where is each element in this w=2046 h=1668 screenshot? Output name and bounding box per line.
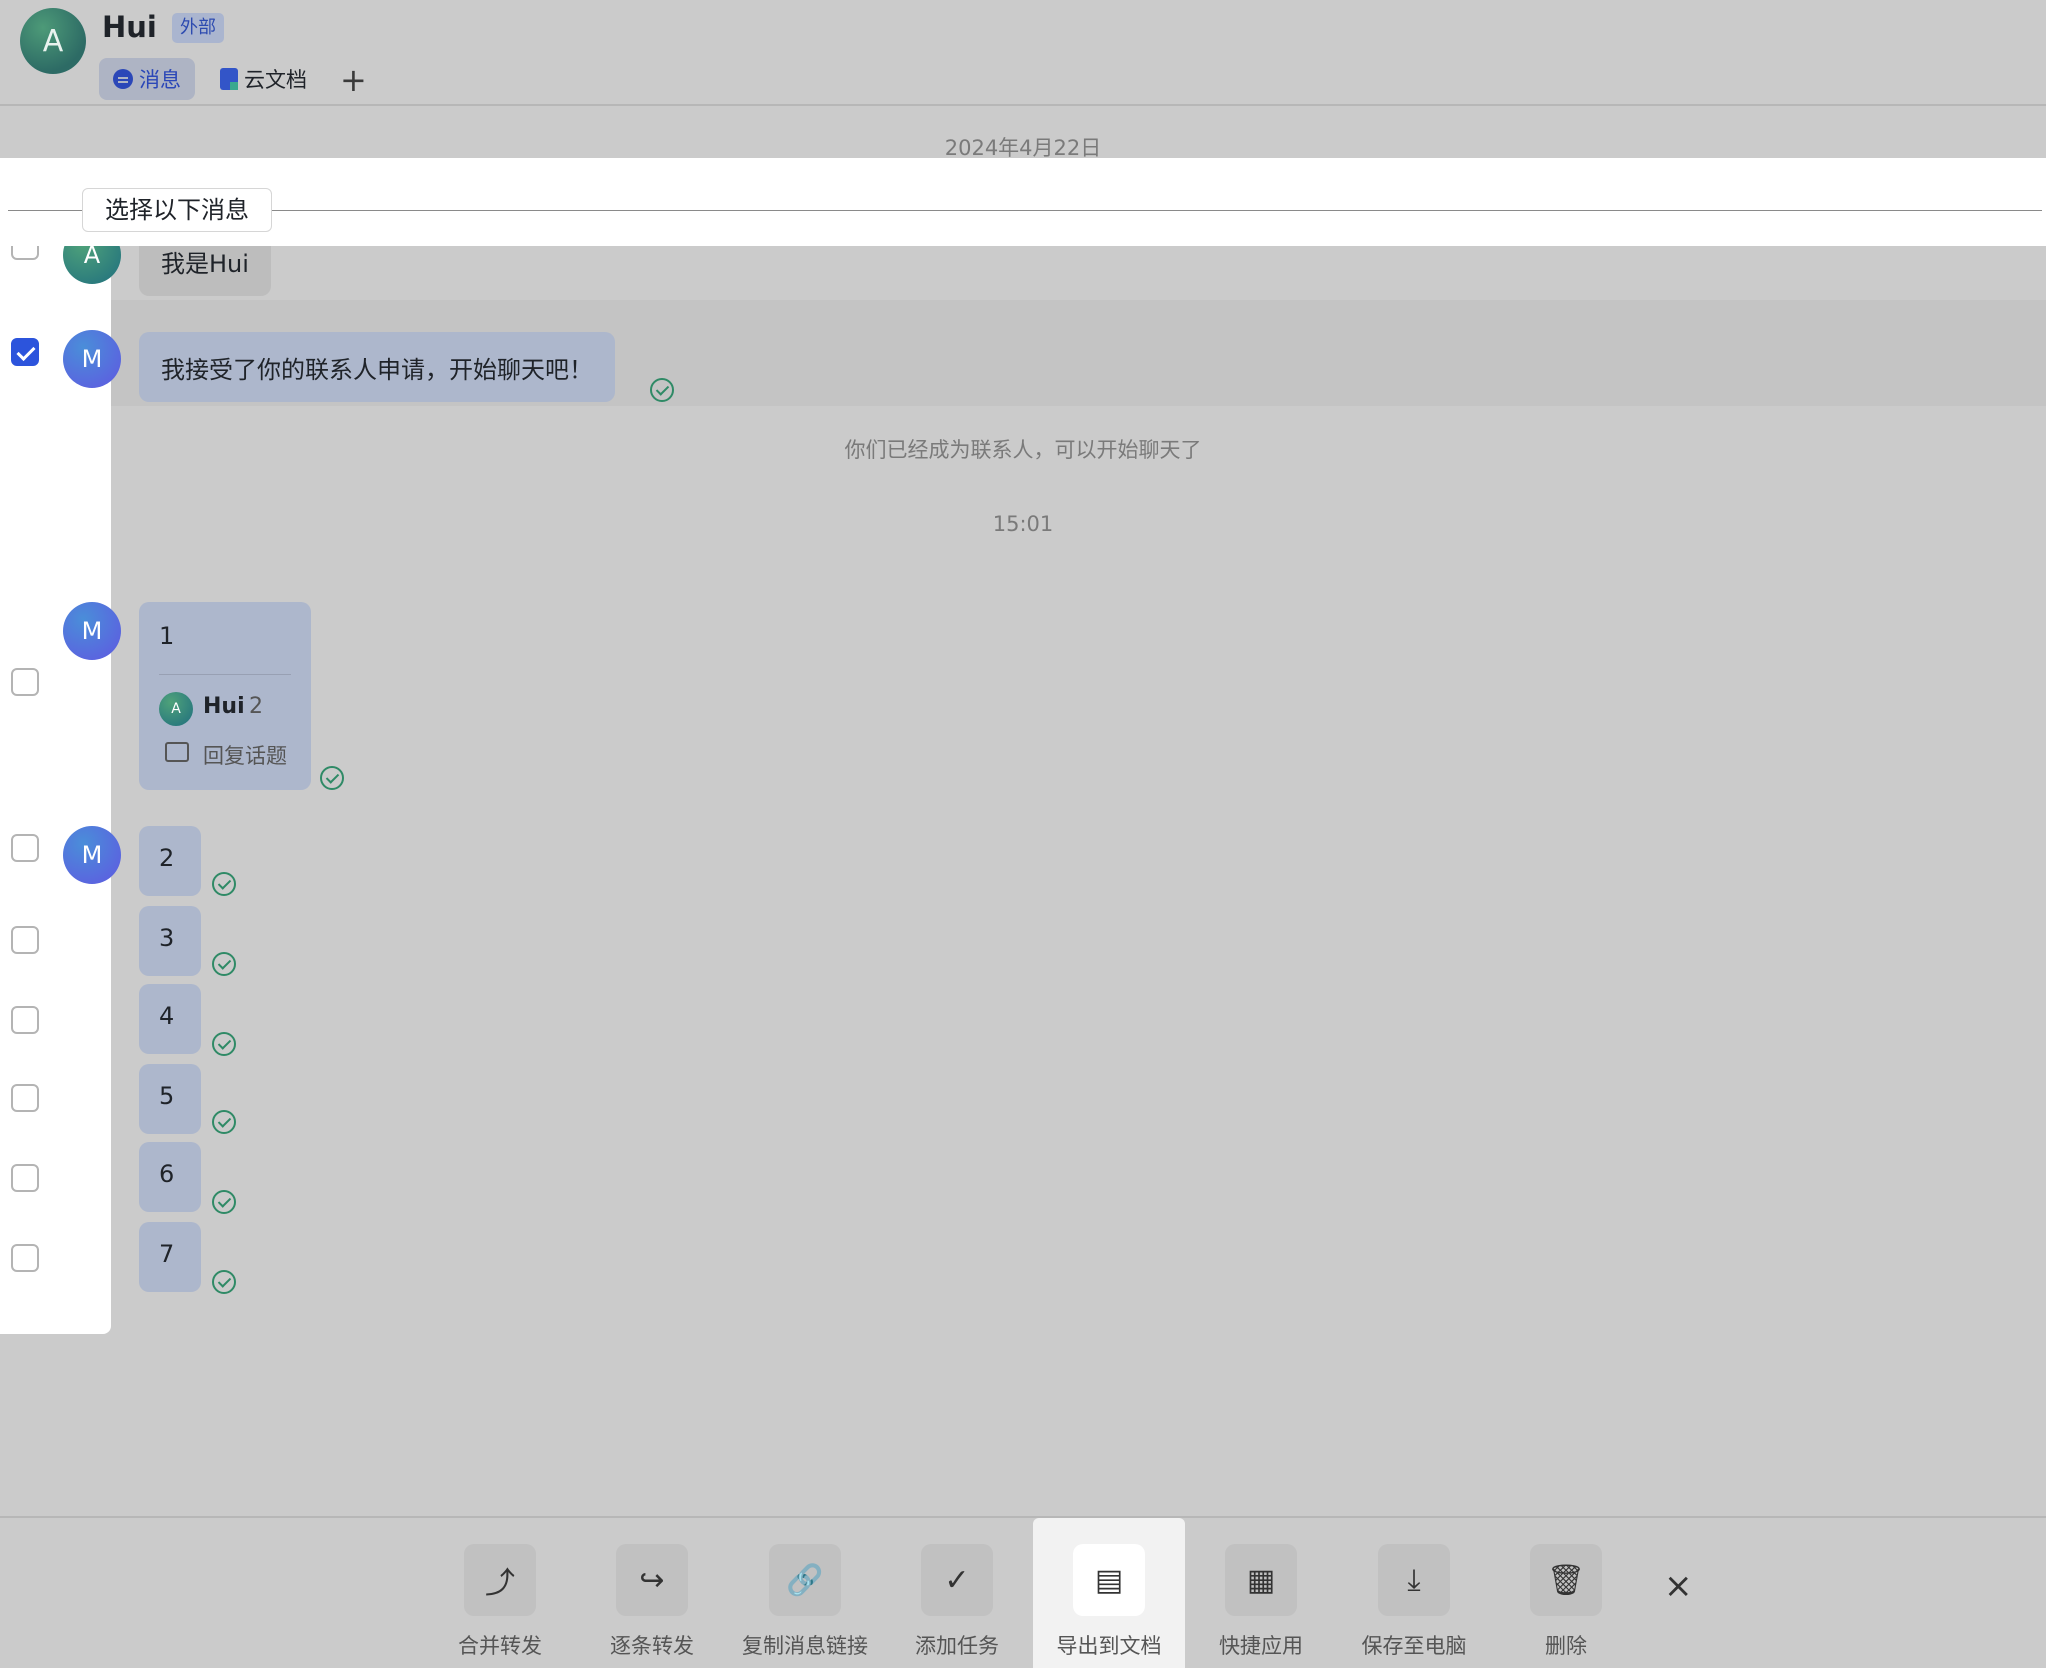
reply-topic-button[interactable]: 回复话题: [203, 740, 287, 770]
avatar[interactable]: M: [63, 330, 121, 388]
message-text: 5: [159, 1082, 175, 1110]
reply-topic-icon: [165, 736, 189, 762]
message-checkbox[interactable]: [11, 1006, 39, 1034]
message-checkbox[interactable]: [11, 1244, 39, 1272]
add-task-label: 添加任务: [915, 1634, 999, 1658]
contact-name[interactable]: Hui: [102, 10, 157, 44]
quick-apps-label: 快捷应用: [1219, 1634, 1303, 1658]
reply-avatar: A: [159, 692, 193, 726]
thread-divider: [159, 674, 291, 675]
contact-avatar[interactable]: A: [20, 8, 86, 74]
forward-icon: ↪: [616, 1544, 688, 1616]
message-text: 3: [159, 924, 175, 952]
copy-link-button[interactable]: 🔗 复制消息链接: [729, 1518, 881, 1668]
tab-messages[interactable]: 消息: [99, 58, 195, 100]
delete-button[interactable]: 🗑 删除: [1490, 1518, 1642, 1668]
doc-icon: [220, 68, 238, 90]
message-bubble[interactable]: 我接受了你的联系人申请，开始聊天吧！: [139, 332, 615, 402]
system-note: 你们已经成为联系人，可以开始聊天了: [844, 438, 1202, 462]
tab-docs-label: 云文档: [244, 68, 307, 92]
tab-docs[interactable]: 云文档: [206, 58, 321, 100]
read-check-icon: [212, 1032, 236, 1056]
add-task-button[interactable]: ✓ 添加任务: [881, 1518, 1033, 1668]
message-text: 7: [159, 1240, 175, 1268]
merge-forward-label: 合并转发: [458, 1634, 542, 1658]
save-to-computer-button[interactable]: ⤓ 保存至电脑: [1338, 1518, 1490, 1668]
message-text: 我是Hui: [161, 250, 249, 278]
time-separator: 15:01: [992, 512, 1054, 536]
message-checkbox[interactable]: [11, 1164, 39, 1192]
message-checkbox[interactable]: [11, 834, 39, 862]
read-check-icon: [212, 1270, 236, 1294]
forward-each-label: 逐条转发: [610, 1634, 694, 1658]
read-check-icon: [320, 766, 344, 790]
merge-forward-button[interactable]: ⤴ 合并转发: [424, 1518, 576, 1668]
reply-count: 2: [249, 694, 263, 719]
task-icon: ✓: [921, 1544, 993, 1616]
message-checkbox[interactable]: [11, 1084, 39, 1112]
message-text: 6: [159, 1160, 175, 1188]
message-bubble[interactable]: 6: [139, 1142, 201, 1212]
read-check-icon: [212, 1190, 236, 1214]
forward-each-button[interactable]: ↪ 逐条转发: [576, 1518, 728, 1668]
message-bubble[interactable]: 5: [139, 1064, 201, 1134]
copy-link-icon: 🔗: [769, 1544, 841, 1616]
download-icon: ⤓: [1378, 1544, 1450, 1616]
message-checkbox[interactable]: [11, 926, 39, 954]
message-bubble[interactable]: 7: [139, 1222, 201, 1292]
read-check-icon: [212, 952, 236, 976]
message-text: 4: [159, 1002, 175, 1030]
message-checkbox-checked[interactable]: [11, 338, 39, 366]
read-check-icon: [212, 872, 236, 896]
save-to-computer-label: 保存至电脑: [1361, 1634, 1467, 1658]
message-checkbox[interactable]: [11, 668, 39, 696]
read-check-icon: [650, 378, 674, 402]
external-badge: 外部: [172, 13, 224, 43]
export-doc-button[interactable]: ▤ 导出到文档: [1033, 1518, 1185, 1668]
thread-message-bubble[interactable]: 1 A Hui 2 回复话题: [139, 602, 311, 790]
read-check-icon: [212, 1110, 236, 1134]
select-divider: [8, 210, 2042, 211]
avatar[interactable]: M: [63, 602, 121, 660]
select-below-button[interactable]: 选择以下消息: [82, 188, 272, 232]
message-bubble[interactable]: 4: [139, 984, 201, 1054]
select-below-band: [0, 158, 2046, 246]
chat-header: A Hui 外部 消息 云文档 +: [0, 0, 2046, 106]
export-doc-label: 导出到文档: [1056, 1634, 1162, 1658]
tab-messages-label: 消息: [139, 68, 181, 92]
quick-apps-button[interactable]: ▦ 快捷应用: [1185, 1518, 1337, 1668]
message-bubble[interactable]: 2: [139, 826, 201, 896]
apps-grid-icon: ▦: [1225, 1544, 1297, 1616]
close-icon[interactable]: ×: [1664, 1566, 1693, 1606]
add-tab-button[interactable]: +: [340, 60, 367, 100]
message-text: 1: [159, 622, 175, 650]
export-doc-icon: ▤: [1073, 1544, 1145, 1616]
message-bubble[interactable]: 3: [139, 906, 201, 976]
reply-name[interactable]: Hui: [203, 694, 245, 719]
message-text: 我接受了你的联系人申请，开始聊天吧！: [161, 356, 593, 384]
copy-link-label: 复制消息链接: [742, 1634, 868, 1658]
multi-select-toolbar: ⤴ 合并转发 ↪ 逐条转发 🔗 复制消息链接 ✓ 添加任务 ▤ 导出到文档 ▦ …: [0, 1516, 2046, 1668]
delete-label: 删除: [1545, 1634, 1587, 1658]
message-icon: [113, 69, 133, 89]
merge-forward-icon: ⤴: [464, 1544, 536, 1616]
avatar[interactable]: M: [63, 826, 121, 884]
message-text: 2: [159, 844, 175, 872]
trash-icon: 🗑: [1530, 1544, 1602, 1616]
